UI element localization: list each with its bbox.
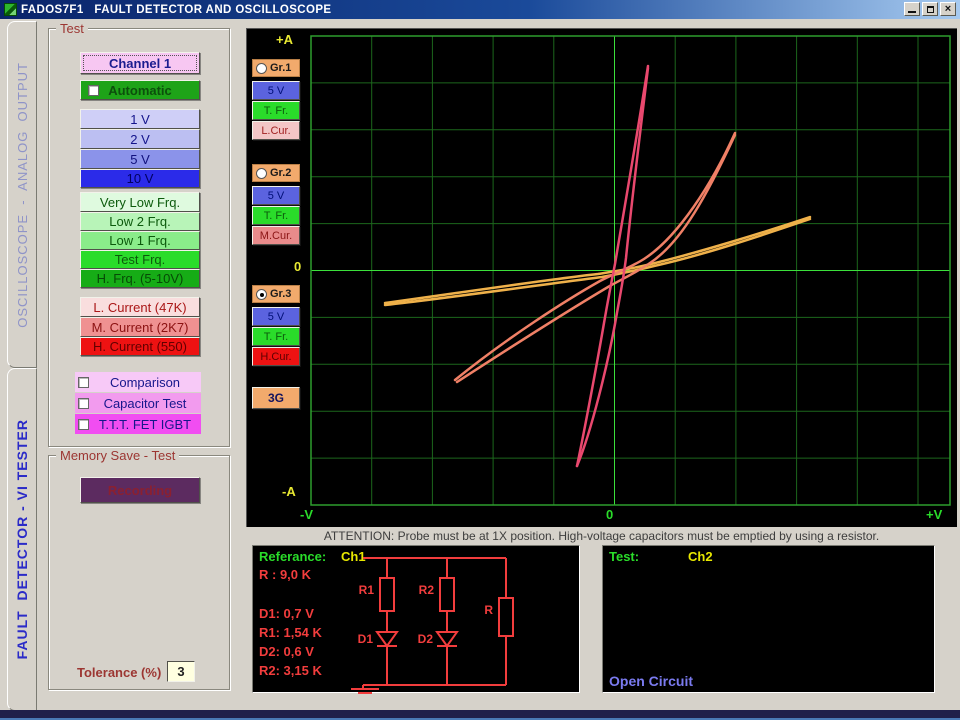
- test-groupbox-label: Test: [56, 21, 88, 36]
- circuit-label-d1: D1: [358, 632, 374, 646]
- medium-current-button[interactable]: M. Current (2K7): [80, 317, 200, 337]
- test-result-label: Test:: [609, 549, 639, 564]
- voltage-5v-button[interactable]: 5 V: [80, 149, 200, 169]
- tab-fault-detector-vi-tester[interactable]: FAULT DETECTOR - VI TESTER: [7, 368, 37, 711]
- circuit-label-r2: R2: [419, 583, 435, 597]
- high-freq-button[interactable]: H. Frq. (5-10V): [80, 269, 200, 288]
- gr2-label: Gr.2: [270, 167, 291, 179]
- axis-label-zero-bottom: 0: [606, 507, 613, 522]
- circuit-label-r1: R1: [359, 583, 375, 597]
- gr1-freq-button[interactable]: T. Fr.: [252, 101, 300, 120]
- gr2-radio-row[interactable]: Gr.2: [252, 164, 300, 182]
- test-status: Open Circuit: [609, 673, 693, 689]
- window-controls: ×: [904, 2, 956, 16]
- low-2-freq-button[interactable]: Low 2 Frq.: [80, 212, 200, 231]
- voltage-1v-button[interactable]: 1 V: [80, 109, 200, 129]
- gr2-radio[interactable]: [256, 168, 267, 179]
- tolerance-input[interactable]: [167, 661, 195, 682]
- very-low-freq-button[interactable]: Very Low Frq.: [80, 192, 200, 212]
- app-window: FADOS7F1 FAULT DETECTOR AND OSCILLOSCOPE…: [0, 0, 960, 720]
- gr3-label: Gr.3: [270, 288, 291, 300]
- tab-oscilloscope-label: OSCILLOSCOPE - ANALOG OUTPUT: [15, 62, 30, 328]
- capacitor-test-checkbox-row[interactable]: Capacitor Test: [75, 393, 201, 413]
- title-bar: FADOS7F1 FAULT DETECTOR AND OSCILLOSCOPE…: [0, 0, 960, 19]
- gr1-label: Gr.1: [270, 62, 291, 74]
- ttt-fet-igbt-checkbox-row[interactable]: T.T.T. FET IGBT: [75, 414, 201, 434]
- test-groupbox: Test Channel 1 Automatic 1 V 2 V 5 V 10 …: [48, 28, 230, 447]
- axis-label-minus-a: -A: [282, 484, 296, 499]
- gr3-radio[interactable]: [256, 289, 267, 300]
- voltage-10v-button[interactable]: 10 V: [80, 169, 200, 188]
- channel-1-button[interactable]: Channel 1: [80, 52, 200, 74]
- minimize-button[interactable]: [904, 2, 920, 16]
- vi-curve-plot: [246, 28, 957, 527]
- comparison-checkbox-row[interactable]: Comparison: [75, 372, 201, 392]
- tolerance-label: Tolerance (%): [77, 665, 161, 680]
- low-current-button[interactable]: L. Current (47K): [80, 297, 200, 317]
- recording-button[interactable]: Recording: [80, 477, 200, 503]
- close-icon: ×: [945, 4, 951, 15]
- automatic-label: Automatic: [108, 83, 172, 98]
- restore-button[interactable]: [922, 2, 938, 16]
- memory-save-groupbox: Memory Save - Test Recording Tolerance (…: [48, 455, 230, 690]
- test-result-channel: Ch2: [688, 549, 713, 564]
- tab-fault-detector-label: FAULT DETECTOR - VI TESTER: [14, 419, 30, 659]
- gr1-volt-button[interactable]: 5 V: [252, 81, 300, 100]
- memory-save-groupbox-label: Memory Save - Test: [56, 448, 179, 463]
- gr1-radio[interactable]: [256, 63, 267, 74]
- app-icon: [4, 3, 17, 16]
- axis-label-zero-left: 0: [294, 259, 301, 274]
- tab-oscilloscope-analog-output[interactable]: OSCILLOSCOPE - ANALOG OUTPUT: [7, 21, 37, 368]
- attention-message: ATTENTION: Probe must be at 1X position.…: [246, 527, 957, 545]
- capacitor-test-checkbox[interactable]: [78, 398, 89, 409]
- circuit-label-d2: D2: [418, 632, 434, 646]
- comparison-checkbox[interactable]: [78, 377, 89, 388]
- automatic-button[interactable]: Automatic: [80, 80, 200, 100]
- test-result-panel: Test: Ch2 Open Circuit: [602, 545, 935, 693]
- gr2-current-button[interactable]: M.Cur.: [252, 226, 300, 245]
- low-1-freq-button[interactable]: Low 1 Frq.: [80, 231, 200, 250]
- gr2-freq-button[interactable]: T. Fr.: [252, 206, 300, 225]
- restore-icon: [927, 6, 934, 13]
- ttt-fet-igbt-checkbox[interactable]: [78, 419, 89, 430]
- automatic-checkbox[interactable]: [88, 85, 99, 96]
- reference-panel: Referance: Ch1 R : 9,0 K D1: 0,7 V R1: 1…: [252, 545, 580, 693]
- minimize-icon: [908, 11, 916, 13]
- voltage-2v-button[interactable]: 2 V: [80, 129, 200, 149]
- circuit-label-r: R: [484, 603, 493, 617]
- high-current-button[interactable]: H. Current (550): [80, 337, 200, 356]
- gr1-radio-row[interactable]: Gr.1: [252, 59, 300, 77]
- window-bottom-border: [0, 710, 960, 718]
- gr3-radio-row[interactable]: Gr.3: [252, 285, 300, 303]
- axis-label-minus-v: -V: [300, 507, 313, 522]
- gr1-current-button[interactable]: L.Cur.: [252, 121, 300, 140]
- comparison-label: Comparison: [89, 375, 201, 390]
- test-freq-button[interactable]: Test Frq.: [80, 250, 200, 269]
- gr3-freq-button[interactable]: T. Fr.: [252, 327, 300, 346]
- gr2-volt-button[interactable]: 5 V: [252, 186, 300, 205]
- 3g-button[interactable]: 3G: [252, 387, 300, 409]
- circuit-diagram: R1 R2 R D1 D2: [253, 546, 581, 694]
- curve-traces: [385, 66, 810, 466]
- gr3-current-button[interactable]: H.Cur.: [252, 347, 300, 366]
- gr1-trace-out: [385, 217, 810, 303]
- axis-label-plus-v: +V: [926, 507, 942, 522]
- gr3-volt-button[interactable]: 5 V: [252, 307, 300, 326]
- close-button[interactable]: ×: [940, 2, 956, 16]
- ttt-fet-igbt-label: T.T.T. FET IGBT: [89, 417, 201, 432]
- axis-label-plus-a: +A: [276, 32, 293, 47]
- oscilloscope-display: +A 0 -A -V 0 +V Gr.1 5 V T. Fr. L.Cur. G…: [246, 28, 957, 527]
- window-title: FADOS7F1 FAULT DETECTOR AND OSCILLOSCOPE: [21, 4, 332, 16]
- gr2-trace-back: [457, 135, 735, 382]
- capacitor-test-label: Capacitor Test: [89, 396, 201, 411]
